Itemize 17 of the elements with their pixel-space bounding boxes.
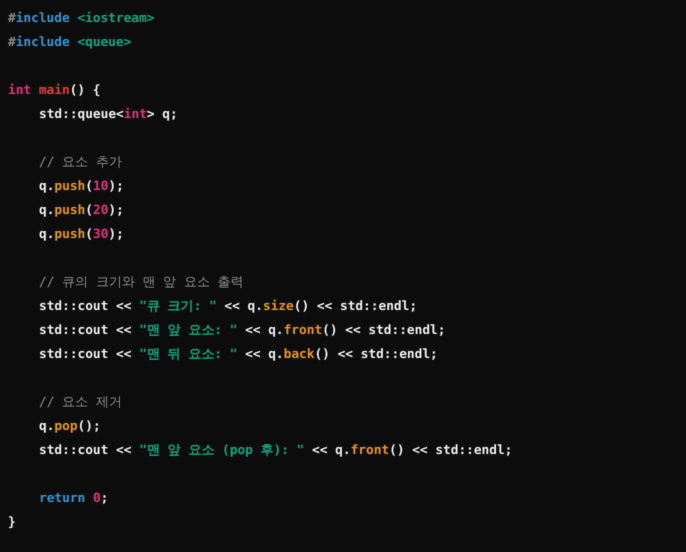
code-line: std::queue<int> q; <box>39 107 178 122</box>
code-line: // 요소 추가 <box>39 155 122 170</box>
code-line: // 요소 제거 <box>39 395 122 410</box>
code-line: int main() { <box>8 83 100 98</box>
code-line: #include <queue> <box>8 35 132 50</box>
code-line: #include <iostream> <box>8 11 154 26</box>
code-line: q.pop(); <box>39 419 101 434</box>
code-line: q.push(20); <box>39 203 124 218</box>
code-line: } <box>8 515 16 530</box>
code-line: std::cout << "큐 크기: " << q.size() << std::endl; <box>39 299 418 314</box>
code-line: std::cout << "맨 뒤 요소: " << q.back() << std::endl; <box>39 347 438 362</box>
code-line: q.push(10); <box>39 179 124 194</box>
code-line: std::cout << "맨 앞 요소 (pop 후): " << q.front() << std::endl; <box>39 443 512 458</box>
code-line: // 큐의 크기와 맨 앞 요소 출력 <box>39 275 244 290</box>
code-line: q.push(30); <box>39 227 124 242</box>
code-line: return 0; <box>39 491 108 506</box>
code-line: std::cout << "맨 앞 요소: " << q.front() << std::endl; <box>39 323 446 338</box>
